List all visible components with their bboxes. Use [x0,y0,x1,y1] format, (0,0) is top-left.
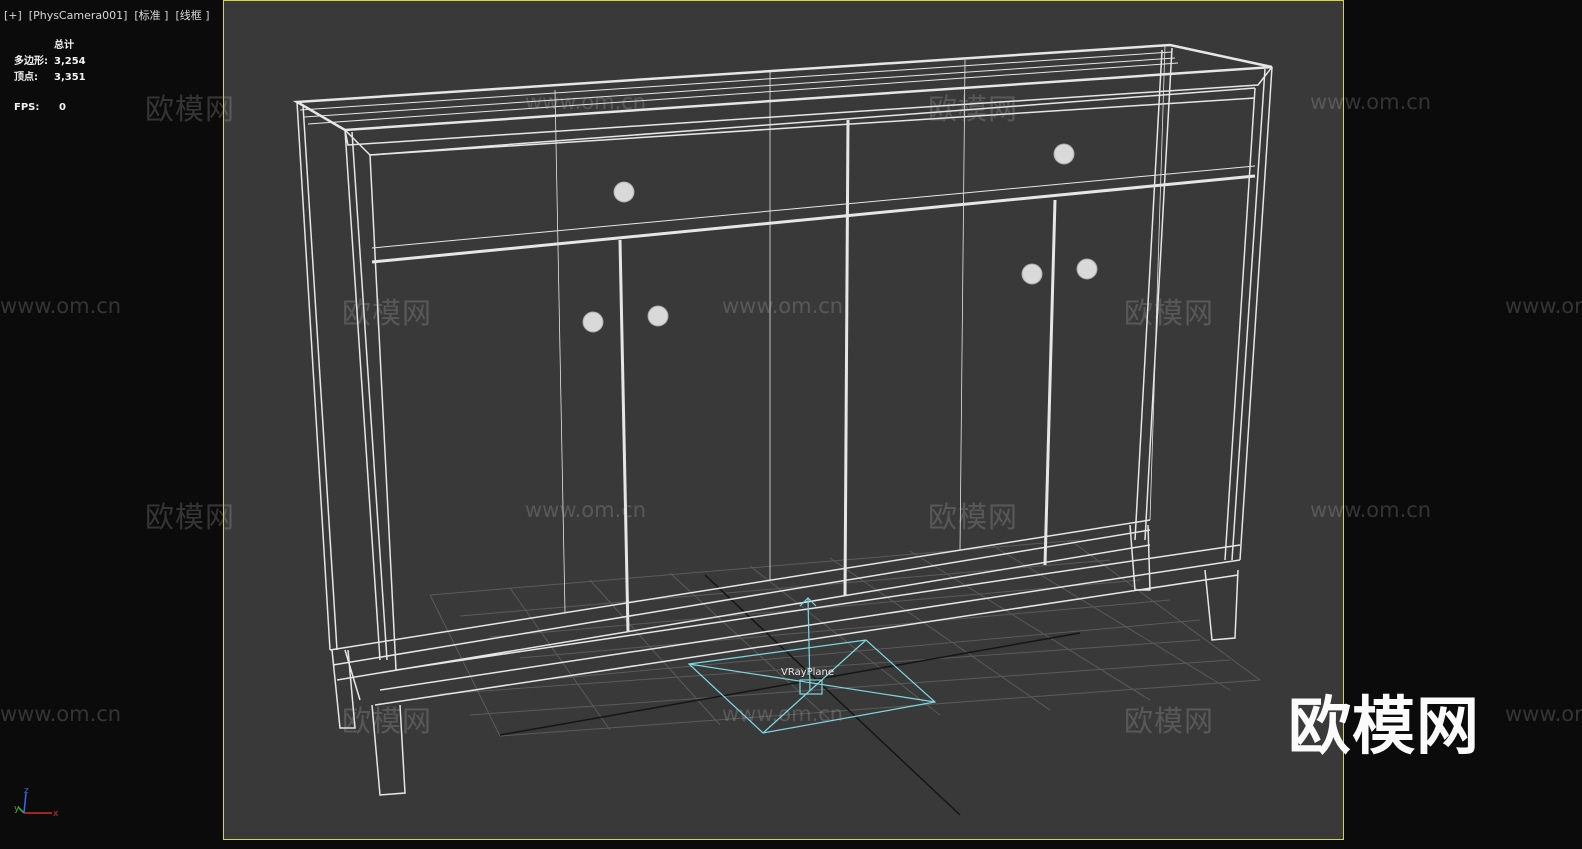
axis-x-label: x [53,809,59,819]
watermark-url: www.om.cn [525,498,647,522]
watermark-cn: 欧模网 [145,92,236,126]
watermark-url: www.om.cn [1310,498,1432,522]
watermark-cn: 欧模网 [928,500,1019,534]
watermark-url: www.om.cn [0,294,122,318]
watermark-cn: 欧模网 [342,296,433,330]
watermark-url: www.om.cn [1505,702,1582,726]
watermark-cn: 欧模网 [928,92,1019,126]
watermark-url: www.om.cn [0,702,122,726]
cabinet-wireframe [292,43,1273,796]
watermark-url: www.om.cn [1505,294,1582,318]
watermark-cn: 欧模网 [145,500,236,534]
watermark-url: www.om.cn [722,294,844,318]
axis-z-label: z [24,786,29,796]
watermark-url: www.om.cn [525,90,647,114]
watermark-url: www.om.cn [1310,90,1432,114]
watermark-cn: 欧模网 [1124,704,1215,738]
watermark-cn: 欧模网 [1124,296,1215,330]
vrayplane-label[interactable]: VRayPlane [781,667,834,678]
axis-tripod-icon: x z y [14,786,59,819]
watermark-url: www.om.cn [722,702,844,726]
watermark-cn: 欧模网 [342,704,433,738]
brand-logo: 欧模网 [1288,690,1480,763]
axis-y-label: y [14,804,20,814]
